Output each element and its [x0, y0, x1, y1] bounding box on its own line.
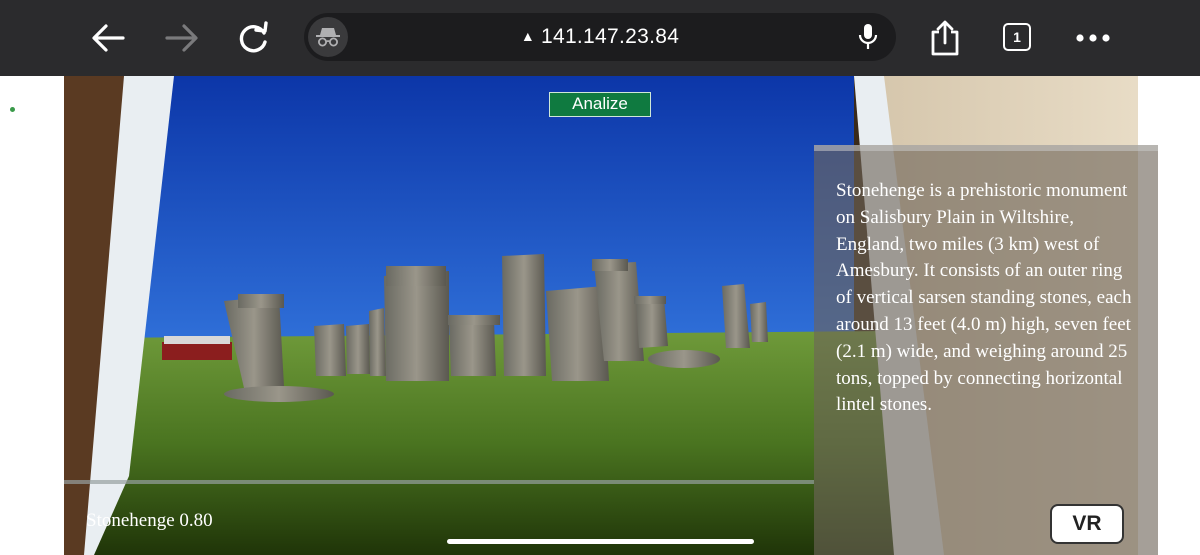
url-display[interactable]: ▲ 141.147.23.84: [304, 25, 896, 49]
url-text: 141.147.23.84: [540, 25, 680, 48]
analyze-button[interactable]: Analize: [549, 92, 651, 117]
menu-button[interactable]: [1069, 14, 1117, 62]
share-button[interactable]: [921, 14, 969, 62]
browser-toolbar: ▲ 141.147.23.84 1: [0, 0, 1200, 76]
home-indicator[interactable]: [447, 539, 754, 544]
page-content: Analize Stonehenge is a prehistoric monu…: [0, 76, 1200, 555]
back-button[interactable]: [84, 14, 132, 62]
info-panel: Stonehenge is a prehistoric monument on …: [814, 145, 1158, 555]
microphone-icon: [858, 24, 878, 49]
share-icon: [931, 20, 959, 56]
description-text: Stonehenge is a prehistoric monument on …: [836, 180, 1132, 416]
forward-button[interactable]: [158, 14, 206, 62]
detection-label: Stonehenge 0.80: [86, 510, 213, 531]
tabs-button[interactable]: 1: [1003, 23, 1031, 51]
reload-icon: [239, 21, 268, 53]
vr-button[interactable]: VR: [1050, 504, 1124, 544]
divider-line: [64, 480, 814, 484]
more-dots-icon: [1076, 34, 1110, 42]
microphone-button[interactable]: [854, 23, 882, 51]
address-bar[interactable]: ▲ 141.147.23.84: [304, 13, 896, 61]
status-dot: [10, 107, 15, 112]
arrow-right-icon: [165, 24, 198, 52]
reload-button[interactable]: [230, 14, 278, 62]
arrow-left-icon: [92, 24, 125, 52]
warning-triangle-icon: ▲: [520, 28, 535, 44]
